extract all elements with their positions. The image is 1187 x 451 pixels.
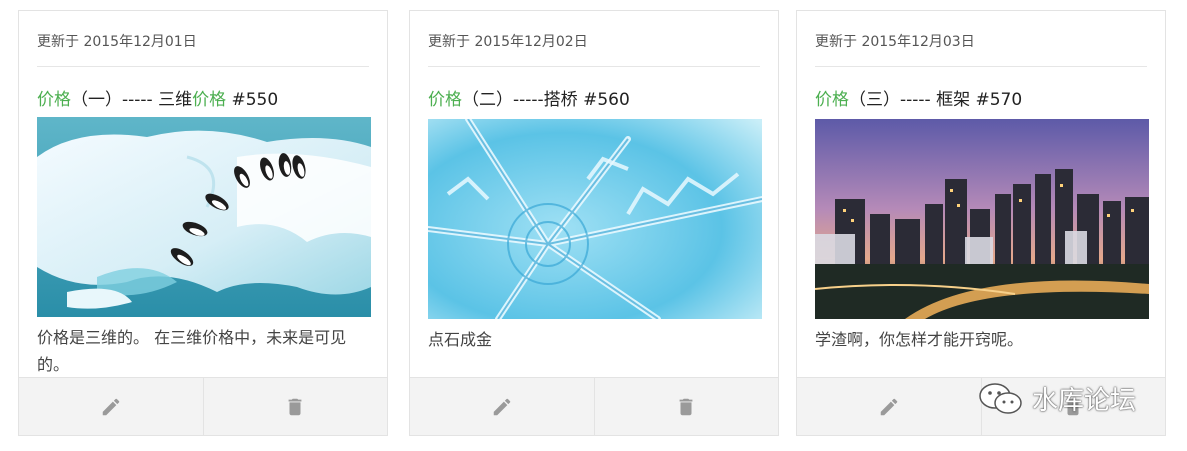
post-image[interactable] [815, 119, 1149, 319]
post-description: 点石成金 [428, 330, 493, 349]
title-text: （二）-----搭桥 #560 [462, 90, 630, 110]
post-title[interactable]: 价格（一）----- 三维价格 #550 [37, 85, 278, 110]
title-text: #550 [226, 90, 279, 110]
title-highlight: 价格 [192, 90, 227, 110]
divider [815, 66, 1147, 67]
edit-button[interactable] [19, 378, 203, 435]
delete-button[interactable] [202, 378, 388, 435]
pencil-icon [880, 398, 898, 415]
post-description: 学渣啊，你怎样才能开窍呢。 [815, 330, 1024, 349]
post-image[interactable] [37, 117, 371, 317]
updated-date: 更新于 2015年12月01日 [37, 34, 197, 50]
updated-date: 更新于 2015年12月03日 [815, 34, 975, 50]
edit-button[interactable] [797, 378, 981, 435]
snowflake-image [428, 119, 762, 319]
post-title[interactable]: 价格（二）-----搭桥 #560 [428, 85, 630, 110]
divider [428, 66, 760, 67]
pencil-icon [493, 398, 511, 415]
card-actions [410, 377, 778, 435]
edit-button[interactable] [410, 378, 594, 435]
watermark-text: 水库论坛 [1032, 386, 1137, 416]
trash-icon [288, 398, 302, 415]
watermark: 水库论坛 [978, 380, 1136, 417]
title-highlight: 价格 [428, 90, 462, 110]
wechat-icon [979, 382, 1022, 414]
city-skyline-image [815, 119, 1149, 319]
post-card: 更新于 2015年12月01日 价格（一）----- 三维价格 #550 价格是… [18, 10, 388, 436]
title-text: （三）----- 框架 #570 [849, 90, 1023, 110]
delete-button[interactable] [593, 378, 779, 435]
updated-date: 更新于 2015年12月02日 [428, 34, 588, 50]
card-actions [19, 377, 387, 435]
penguins-iceberg-image [37, 117, 371, 317]
post-card: 更新于 2015年12月03日 价格（三）----- 框架 #570 学渣啊，你… [796, 10, 1166, 436]
post-description: 价格是三维的。 在三维价格中，未来是可见的。 [37, 328, 347, 374]
pencil-icon [102, 398, 120, 415]
divider [37, 66, 369, 67]
title-highlight: 价格 [815, 90, 849, 110]
post-image[interactable] [428, 119, 762, 319]
title-text: （一）----- 三维 [71, 90, 193, 110]
title-highlight: 价格 [37, 90, 71, 110]
post-card: 更新于 2015年12月02日 价格（二）-----搭桥 #560 点石成金 [409, 10, 779, 436]
trash-icon [679, 398, 693, 415]
post-title[interactable]: 价格（三）----- 框架 #570 [815, 85, 1022, 110]
